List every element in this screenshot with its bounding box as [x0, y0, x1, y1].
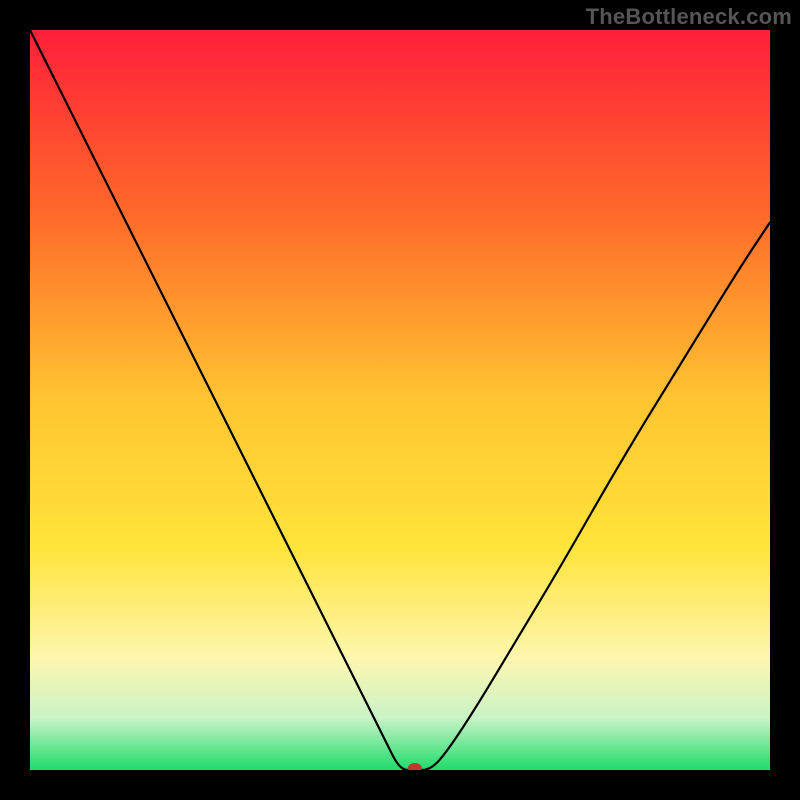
plot-area [30, 30, 770, 770]
watermark-text: TheBottleneck.com [586, 4, 792, 30]
chart-svg [30, 30, 770, 770]
chart-frame: TheBottleneck.com [0, 0, 800, 800]
